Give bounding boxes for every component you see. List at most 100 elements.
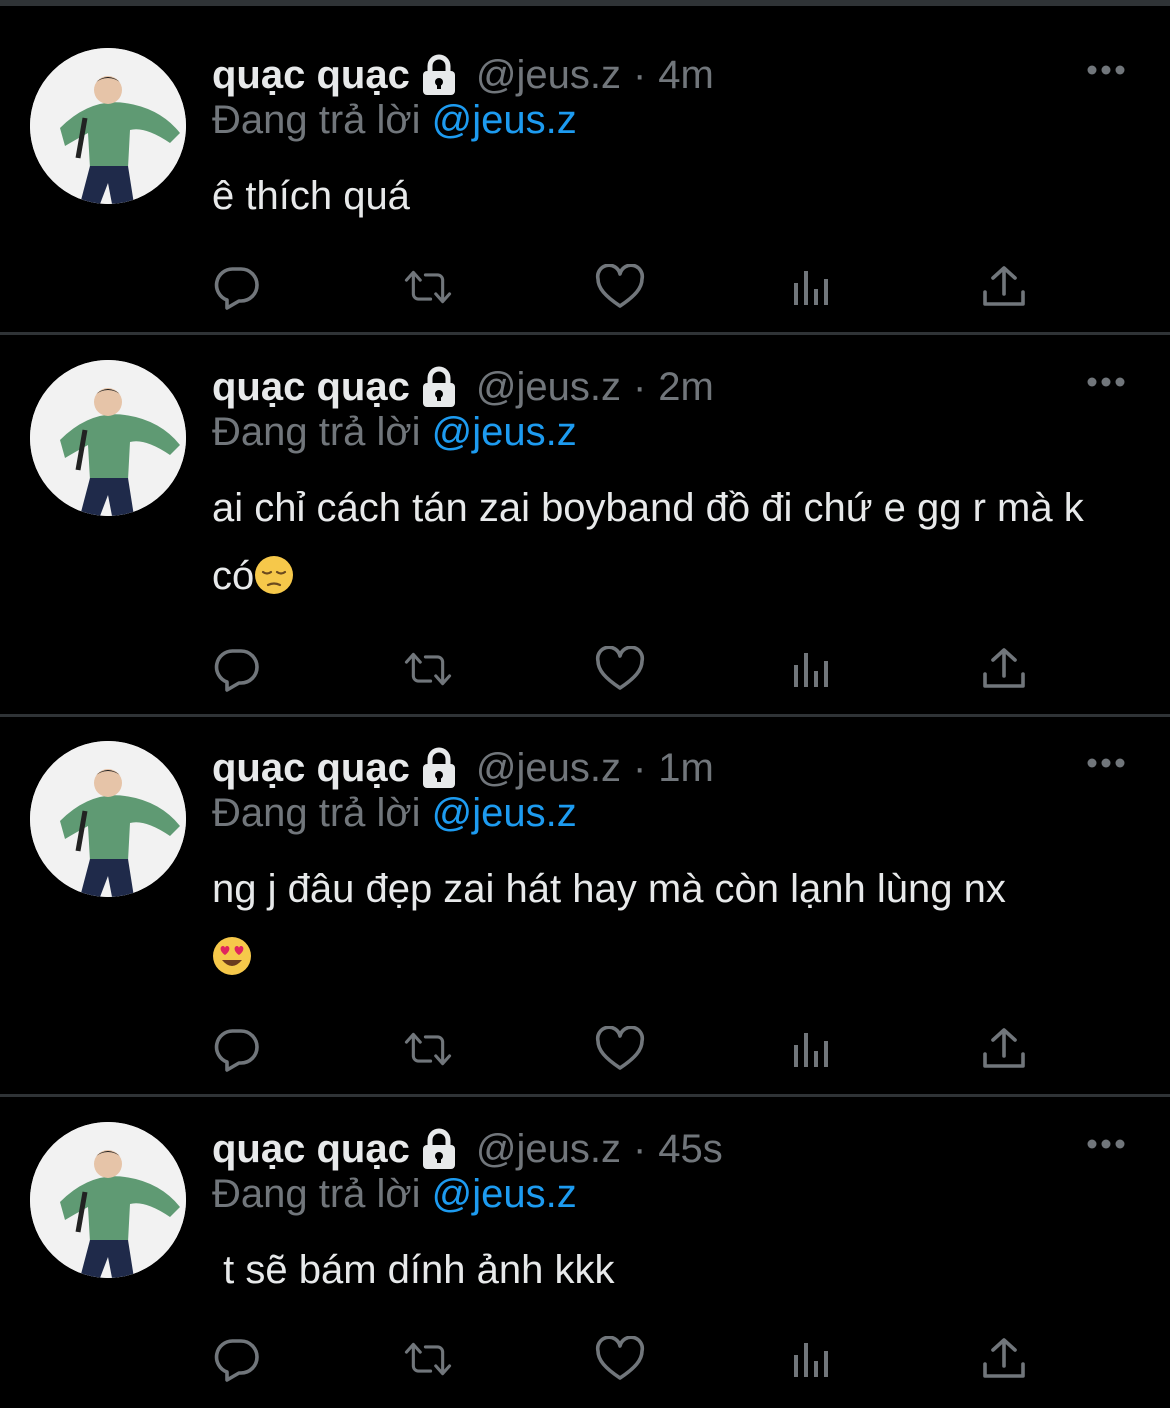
share-icon <box>983 1028 1025 1068</box>
reply-handle-link[interactable]: @jeus.z <box>432 791 577 835</box>
reply-handle-link[interactable]: @jeus.z <box>432 98 577 142</box>
display-name[interactable]: quạc quạc <box>212 1127 410 1172</box>
tweet[interactable]: quạc quạc @jeus.z · 4m Đang trả lời @jeu… <box>0 48 1170 335</box>
separator-dot: · <box>632 745 647 790</box>
replying-to-line: Đang trả lời @jeus.z <box>212 98 577 143</box>
reply-handle-link[interactable]: @jeus.z <box>432 410 577 454</box>
separator-dot: · <box>632 52 647 97</box>
more-icon[interactable] <box>1086 757 1126 769</box>
avatar[interactable] <box>30 360 186 516</box>
reply-icon <box>214 267 259 310</box>
reply-handle-link[interactable]: @jeus.z <box>432 1172 577 1216</box>
analytics-button[interactable] <box>787 644 837 694</box>
tweet-text: ai chỉ cách tán zai boyband đồ đi chứ e … <box>212 474 1092 610</box>
analytics-button[interactable] <box>787 1334 837 1384</box>
analytics-icon <box>794 1343 828 1377</box>
tweet-text: ê thích quá <box>212 162 1112 230</box>
tweet-header: quạc quạc @jeus.z · 45s <box>212 1122 723 1176</box>
analytics-button[interactable] <box>787 1024 837 1074</box>
share-button[interactable] <box>979 262 1029 312</box>
tweet-divider <box>0 714 1170 717</box>
user-handle[interactable]: @jeus.z <box>476 1127 621 1172</box>
analytics-icon <box>794 1033 828 1067</box>
tweet-divider <box>0 332 1170 335</box>
lock-icon <box>422 1128 455 1169</box>
user-handle[interactable]: @jeus.z <box>476 53 621 98</box>
tweet[interactable]: quạc quạc @jeus.z · 45s Đang trả lời @je… <box>0 1122 1170 1408</box>
tweet-text-content: t sẽ bám dính ảnh kkk <box>212 1248 615 1292</box>
lock-icon <box>422 54 455 95</box>
user-handle[interactable]: @jeus.z <box>476 746 621 791</box>
display-name[interactable]: quạc quạc <box>212 365 410 410</box>
timestamp[interactable]: 4m <box>658 53 714 98</box>
more-icon[interactable] <box>1086 376 1126 388</box>
display-name[interactable]: quạc quạc <box>212 53 410 98</box>
lock-icon <box>422 747 455 788</box>
tweet-divider <box>0 1094 1170 1097</box>
action-bar <box>212 644 1032 694</box>
avatar-photo <box>30 741 186 897</box>
like-icon <box>595 646 645 690</box>
tweet-text: ng j đâu đẹp zai hát hay mà còn lạnh lùn… <box>212 855 1112 991</box>
like-button[interactable] <box>595 644 645 694</box>
like-icon <box>595 1026 645 1070</box>
retweet-button[interactable] <box>403 1024 453 1074</box>
action-bar <box>212 1024 1032 1074</box>
retweet-button[interactable] <box>403 644 453 694</box>
reply-button[interactable] <box>212 1024 262 1074</box>
replying-label: Đang trả lời <box>212 1172 421 1216</box>
like-button[interactable] <box>595 1334 645 1384</box>
like-button[interactable] <box>595 262 645 312</box>
tweet[interactable]: quạc quạc @jeus.z · 1m Đang trả lời @jeu… <box>0 741 1170 1097</box>
avatar-photo <box>30 360 186 516</box>
retweet-icon <box>404 1032 452 1066</box>
like-icon <box>595 264 645 308</box>
analytics-button[interactable] <box>787 262 837 312</box>
timestamp[interactable]: 45s <box>658 1127 723 1172</box>
timestamp[interactable]: 1m <box>658 746 714 791</box>
share-button[interactable] <box>979 1334 1029 1384</box>
action-bar <box>212 262 1032 312</box>
replying-to-line: Đang trả lời @jeus.z <box>212 791 577 836</box>
heart-eyes-emoji <box>213 937 251 975</box>
share-button[interactable] <box>979 644 1029 694</box>
reply-icon <box>214 1339 259 1382</box>
more-icon[interactable] <box>1086 64 1126 76</box>
avatar-photo <box>30 1122 186 1278</box>
share-button[interactable] <box>979 1024 1029 1074</box>
separator-dot: · <box>632 1126 647 1171</box>
more-icon[interactable] <box>1086 1138 1126 1150</box>
retweet-button[interactable] <box>403 262 453 312</box>
reply-icon <box>214 649 259 692</box>
tweet-header: quạc quạc @jeus.z · 4m <box>212 48 714 102</box>
avatar[interactable] <box>30 741 186 897</box>
avatar[interactable] <box>30 1122 186 1278</box>
reply-icon <box>214 1029 259 1072</box>
replying-label: Đang trả lời <box>212 410 421 454</box>
like-button[interactable] <box>595 1024 645 1074</box>
tweet-text-content: ai chỉ cách tán zai boyband đồ đi chứ e … <box>212 486 1095 598</box>
replying-to-line: Đang trả lời @jeus.z <box>212 410 577 455</box>
like-icon <box>595 1336 645 1380</box>
avatar[interactable] <box>30 48 186 204</box>
share-icon <box>983 1338 1025 1378</box>
top-divider <box>0 0 1170 6</box>
reply-button[interactable] <box>212 1334 262 1384</box>
tweet-text: t sẽ bám dính ảnh kkk <box>212 1236 1112 1304</box>
timestamp[interactable]: 2m <box>658 365 714 410</box>
display-name[interactable]: quạc quạc <box>212 746 410 791</box>
user-handle[interactable]: @jeus.z <box>476 365 621 410</box>
replying-label: Đang trả lời <box>212 791 421 835</box>
analytics-icon <box>794 653 828 687</box>
retweet-icon <box>404 652 452 686</box>
pensive-face-emoji <box>255 556 294 594</box>
tweet-text-content: ng j đâu đẹp zai hát hay mà còn lạnh lùn… <box>212 867 1006 911</box>
reply-button[interactable] <box>212 644 262 694</box>
action-bar <box>212 1334 1032 1384</box>
reply-button[interactable] <box>212 262 262 312</box>
retweet-button[interactable] <box>403 1334 453 1384</box>
tweet[interactable]: quạc quạc @jeus.z · 2m Đang trả lời @jeu… <box>0 360 1170 717</box>
retweet-icon <box>404 1342 452 1376</box>
share-icon <box>983 648 1025 688</box>
tweet-header: quạc quạc @jeus.z · 2m <box>212 360 714 414</box>
